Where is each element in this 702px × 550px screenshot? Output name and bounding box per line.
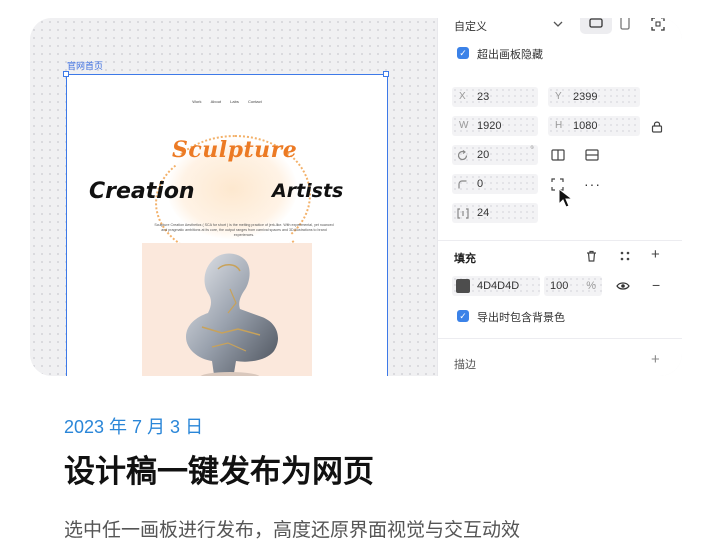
spacing-icon [457,208,469,219]
bust-sculpture-illustration [186,253,278,376]
add-stroke-icon[interactable]: + [651,352,660,367]
height-field[interactable]: H 1080 [548,116,640,136]
fill-opacity-value: 100 [550,280,569,292]
y-field[interactable]: Y 2399 [548,87,640,107]
width-field[interactable]: W 1920 [452,116,538,136]
more-options-icon[interactable]: ··· [584,176,601,192]
corner-radius-value: 0 [477,178,484,190]
add-fill-icon[interactable]: + [651,247,660,262]
resize-handle-top-right[interactable] [383,71,389,77]
design-canvas[interactable]: 官网首页 Work About Labs Contact Sculpture C… [30,18,437,376]
fill-color-hex: 4D4D4D [477,280,520,292]
trash-icon[interactable] [586,250,597,262]
frame-label[interactable]: 官网首页 [67,59,103,72]
chevron-down-icon[interactable] [553,19,563,29]
site-title-artists: Artists [272,180,344,202]
fill-section-title: 填充 [454,253,476,265]
section-divider [438,240,682,241]
clip-content-label: 超出画板隐藏 [477,49,543,61]
lock-aspect-icon[interactable] [651,120,663,133]
editor-preview: 官网首页 Work About Labs Contact Sculpture C… [30,18,682,376]
site-title-creation: Creation [89,179,195,204]
frame-preset-select[interactable]: 自定义 [454,18,487,34]
spacing-value: 24 [477,207,490,219]
h-label: H [555,120,563,131]
corner-radius-field[interactable]: 0 [452,174,538,194]
x-value: 23 [477,91,490,103]
site-paragraph: Sculpture Creation Aesthetics ( SCA for … [154,223,334,237]
corner-radius-icon [458,180,467,189]
portrait-icon[interactable] [620,18,630,30]
cursor-arrow-icon [558,188,574,208]
y-label: Y [555,91,562,102]
rotation-unit: ° [530,145,534,156]
export-bg-label: 导出时包含背景色 [477,312,565,324]
article-date: 2023 年 7 月 3 日 [64,417,204,437]
site-nav-item: Contact [247,99,262,104]
fill-opacity-field[interactable]: 100 % [544,276,602,296]
fit-frame-icon[interactable] [651,18,665,31]
sculpture-image [142,243,312,376]
site-nav-item: About [210,99,222,104]
artboard-frame[interactable]: Work About Labs Contact Sculpture Creati… [66,74,388,376]
w-value: 1920 [477,120,502,132]
remove-fill-icon[interactable]: − [652,278,660,292]
site-title-sculpture: Sculpture [172,137,298,163]
article-description: 选中任一画板进行发布，高度还原界面视觉与交互动效 [64,520,521,541]
flip-vertical-icon[interactable] [585,149,599,161]
grid-styles-icon[interactable] [620,251,630,261]
y-value: 2399 [573,91,598,103]
article-title: 设计稿一键发布为网页 [64,454,374,489]
site-nav: Work About Labs Contact [67,99,387,104]
site-nav-item: Labs [230,99,239,104]
h-value: 1080 [573,120,598,132]
spacing-field[interactable]: 24 [452,203,538,223]
rotate-icon [457,150,468,161]
flip-horizontal-icon[interactable] [551,149,565,161]
fill-color-swatch[interactable] [456,279,470,293]
fill-opacity-unit: % [586,280,596,292]
clip-content-checkbox[interactable]: ✓ [457,47,469,59]
x-field[interactable]: X 23 [452,87,538,107]
fill-color-field[interactable]: 4D4D4D [452,276,540,296]
resize-handle-top-left[interactable] [63,71,69,77]
export-bg-checkbox[interactable]: ✓ [457,310,469,322]
stroke-section-title: 描边 [454,359,476,371]
landscape-icon [589,18,603,28]
properties-panel: 自定义 ✓ 超出画板隐藏 X 23 Y 2399 W 1920 H 1080 20 ° … [437,18,682,376]
x-label: X [459,91,466,102]
eye-icon[interactable] [616,281,630,291]
rotation-field[interactable]: 20 ° [452,145,538,165]
w-label: W [459,120,469,131]
section-divider [438,338,682,339]
landscape-toggle[interactable] [580,18,612,34]
site-nav-item: Work [192,99,202,104]
rotation-value: 20 [477,149,490,161]
